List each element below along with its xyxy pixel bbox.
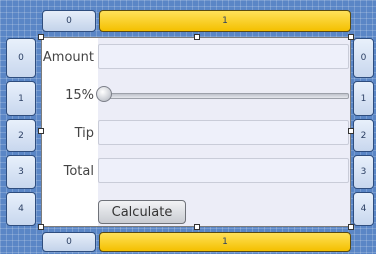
tip-percent-label: 15% [65, 88, 94, 103]
row-tab-0-left-label: 0 [18, 53, 24, 63]
resize-handle-top-left[interactable] [38, 34, 44, 40]
column-tab-0-bottom[interactable]: 0 [42, 232, 96, 252]
form-panel: Amount 15% Tip Total Calculate [41, 37, 351, 227]
tip-percent-slider[interactable] [102, 93, 349, 99]
row-tab-3-right-label: 3 [360, 167, 367, 177]
resize-handle-bottom-right[interactable] [348, 224, 354, 230]
resize-handle-bottom-left[interactable] [38, 224, 44, 230]
column-tab-0-top-label: 0 [66, 16, 72, 26]
calculate-button[interactable]: Calculate [98, 200, 186, 224]
row-tab-0-right-label: 0 [360, 53, 367, 63]
row-tab-1-left[interactable]: 1 [6, 81, 36, 116]
row-tab-2-right-label: 2 [360, 130, 367, 141]
column-tab-0-top[interactable]: 0 [42, 10, 96, 32]
column-tab-1-bottom[interactable]: 1 [99, 232, 351, 252]
column-tab-0-bottom-label: 0 [66, 237, 72, 247]
column-tab-1-bottom-label: 1 [222, 237, 228, 247]
resize-handle-top-right[interactable] [348, 34, 354, 40]
column-tab-1-top-label: 1 [222, 16, 228, 26]
total-label: Total [63, 164, 94, 179]
amount-label: Amount [42, 50, 94, 65]
resize-handle-top-center[interactable] [194, 34, 200, 40]
row-tab-0-right[interactable]: 0 [353, 38, 374, 78]
row-tab-0-left[interactable]: 0 [6, 38, 36, 78]
row-tab-1-left-label: 1 [18, 93, 24, 104]
tip-field[interactable] [98, 120, 349, 145]
row-tab-2-left-label: 2 [18, 130, 24, 141]
row-tab-2-left[interactable]: 2 [6, 119, 36, 152]
row-tab-4-right[interactable]: 4 [353, 192, 374, 226]
row-tab-1-right-label: 1 [360, 93, 367, 104]
resize-handle-middle-left[interactable] [38, 128, 44, 134]
row-tab-1-right[interactable]: 1 [353, 81, 374, 116]
resize-handle-bottom-center[interactable] [194, 224, 200, 230]
row-tab-3-right[interactable]: 3 [353, 155, 374, 189]
column-tab-1-top[interactable]: 1 [99, 10, 351, 32]
layout-canvas: 0 1 0 1 0 1 2 3 4 0 1 2 3 4 Amount 15% T… [0, 0, 376, 254]
row-tab-4-right-label: 4 [360, 204, 367, 214]
tip-percent-slider-thumb[interactable] [96, 86, 112, 102]
row-tab-2-right[interactable]: 2 [353, 119, 374, 152]
amount-field[interactable] [98, 44, 349, 69]
row-tab-3-left[interactable]: 3 [6, 155, 36, 189]
row-tab-3-left-label: 3 [18, 167, 24, 177]
row-tab-4-left-label: 4 [18, 204, 24, 214]
tip-label: Tip [74, 126, 94, 141]
total-field[interactable] [98, 158, 349, 183]
resize-handle-middle-right[interactable] [348, 128, 354, 134]
row-tab-4-left[interactable]: 4 [6, 192, 36, 226]
